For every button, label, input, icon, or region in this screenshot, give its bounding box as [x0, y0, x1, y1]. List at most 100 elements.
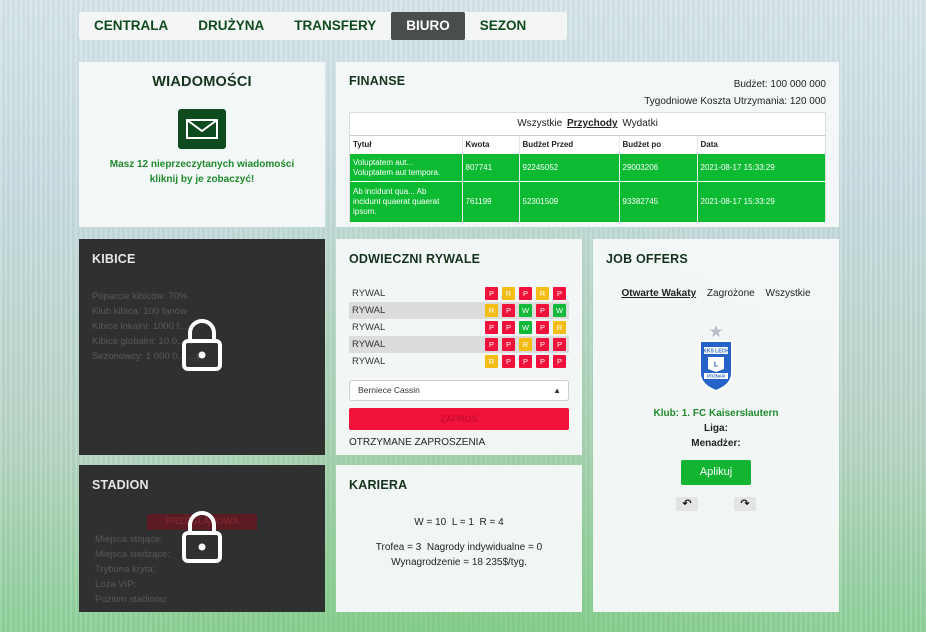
- filter-expenses[interactable]: Wydatki: [622, 118, 657, 129]
- form-badge: W: [519, 321, 532, 334]
- rival-select[interactable]: Berniece Cassin ▲: [349, 380, 569, 401]
- row-date: 2021-08-17 15:33:29: [696, 181, 825, 222]
- form-badge: P: [553, 287, 566, 300]
- col-title: Tytuł: [350, 135, 462, 154]
- undo-arrow-icon[interactable]: ↶: [676, 497, 698, 511]
- row-date: 2021-08-17 15:33:29: [696, 153, 825, 182]
- row-after: 29003206: [618, 153, 697, 182]
- lock-icon: [181, 319, 223, 376]
- tab-open-vacancies[interactable]: Otwarte Wakaty: [621, 288, 696, 299]
- table-row[interactable]: Voluptatem aut... Voluptatem aut tempora.…: [350, 153, 825, 182]
- received-invitations-label[interactable]: OTRZYMANE ZAPROSZENIA: [349, 437, 485, 448]
- messages-panel[interactable]: WIADOMOŚCI Masz 12 nieprzeczytanych wiad…: [79, 62, 325, 227]
- rival-form: P P W P R: [485, 321, 566, 334]
- club-value: 1. FC Kaiserslautern: [681, 408, 779, 419]
- nav-transfery[interactable]: TRANSFERY: [279, 12, 391, 40]
- form-badge: P: [485, 321, 498, 334]
- row-title: Ab incidunt qua... Ab incidunt quaerat qu…: [350, 181, 462, 222]
- list-item[interactable]: RYWAL R P W P W: [349, 302, 569, 319]
- list-item[interactable]: RYWAL P P R P P: [349, 336, 569, 353]
- form-badge: P: [502, 321, 515, 334]
- job-offer-info: Klub: 1. FC Kaiserslautern Liga: Menadże…: [593, 406, 839, 451]
- career-trophies: Trofea = 3: [375, 542, 422, 553]
- apply-button[interactable]: Aplikuj: [681, 460, 751, 485]
- tab-threatened[interactable]: Zagrożone: [707, 288, 755, 299]
- career-draws: R = 4: [479, 517, 504, 528]
- fans-panel: KIBICE Poparcie kibiców: 70% Klub kibica…: [79, 239, 325, 455]
- rival-form: P R P R P: [485, 287, 566, 300]
- row-before: 92245052: [518, 153, 619, 182]
- list-item[interactable]: RYWAL P P W P R: [349, 319, 569, 336]
- row-before: 52301509: [518, 181, 619, 222]
- form-badge: P: [485, 287, 498, 300]
- league-label: Liga:: [704, 423, 728, 434]
- career-salary: Wynagrodzenie = 18 235$/tyg.: [391, 557, 527, 568]
- nav-druzyna[interactable]: DRUŻYNA: [183, 12, 279, 40]
- form-badge: R: [519, 338, 532, 351]
- filter-all[interactable]: Wszystkie: [517, 118, 562, 129]
- finance-table-box: Wszystkie Przychody Wydatki Tytuł Kwota …: [349, 112, 826, 222]
- unread-messages-text[interactable]: Masz 12 nieprzeczytanych wiadomości klik…: [79, 157, 325, 187]
- job-tabs: Otwarte Wakaty Zagrożone Wszystkie: [593, 288, 839, 299]
- list-item[interactable]: RYWAL P R P R P: [349, 285, 569, 302]
- fans-support: Poparcie kibiców: 70%: [92, 291, 188, 302]
- form-badge: R: [485, 355, 498, 368]
- stadium-panel: STADION PRZEGLĄDOWA Miejsca stojące: Mie…: [79, 465, 325, 612]
- rival-form: R P P P P: [485, 355, 566, 368]
- form-badge: P: [485, 338, 498, 351]
- rivals-list: RYWAL P R P R P RYWAL R P W P W RYWAL P: [349, 285, 569, 370]
- row-after: 93382745: [618, 181, 697, 222]
- rivals-panel: ODWIECZNI RYWALE RYWAL P R P R P RYWAL R…: [336, 239, 582, 455]
- form-badge: P: [553, 355, 566, 368]
- finance-table: Tytuł Kwota Budżet Przed Budżet po Data …: [350, 135, 825, 222]
- svg-text:L: L: [714, 362, 719, 369]
- club-label: Klub:: [653, 408, 680, 419]
- stadium-title: STADION: [92, 478, 149, 492]
- form-badge: R: [502, 287, 515, 300]
- form-badge: R: [485, 304, 498, 317]
- stadium-stats: Miejsca stojące: Miejsca siedzące: Trybu…: [95, 532, 170, 607]
- form-badge: P: [536, 304, 549, 317]
- fans-title: KIBICE: [92, 252, 136, 266]
- form-badge: P: [536, 321, 549, 334]
- svg-text:POZNAŃ: POZNAŃ: [707, 374, 725, 379]
- tab-all[interactable]: Wszystkie: [766, 288, 811, 299]
- nav-biuro[interactable]: BIURO: [391, 12, 465, 40]
- rival-name: RYWAL: [352, 356, 386, 367]
- finance-panel: FINANSE Budżet: 100 000 000 Tygodniowe K…: [336, 62, 839, 227]
- form-badge: W: [553, 304, 566, 317]
- rival-select-value: Berniece Cassin: [358, 385, 420, 395]
- stadium-level: Poziom stadionu:: [95, 594, 168, 605]
- messages-title: WIADOMOŚCI: [152, 74, 252, 90]
- nav-sezon[interactable]: SEZON: [465, 12, 542, 40]
- job-offers-title: JOB OFFERS: [606, 252, 688, 266]
- form-badge: P: [553, 338, 566, 351]
- filter-income[interactable]: Przychody: [567, 118, 618, 129]
- nav-centrala[interactable]: CENTRALA: [79, 12, 183, 40]
- invite-button[interactable]: ZAPROŚ: [349, 408, 569, 430]
- form-badge: P: [519, 355, 532, 368]
- rival-name: RYWAL: [352, 288, 386, 299]
- col-before: Budżet Przed: [518, 135, 619, 154]
- msg-cta: kliknij by je zobaczyć!: [149, 174, 255, 185]
- table-header: Tytuł Kwota Budżet Przed Budżet po Data: [350, 135, 825, 154]
- col-date: Data: [696, 135, 825, 154]
- list-item[interactable]: RYWAL R P P P P: [349, 353, 569, 370]
- rival-form: R P W P W: [485, 304, 566, 317]
- table-row[interactable]: Ab incidunt qua... Ab incidunt quaerat qu…: [350, 181, 825, 222]
- form-badge: P: [536, 355, 549, 368]
- row-amount: 761199: [461, 181, 519, 222]
- stadium-seated: Miejsca siedzące:: [95, 549, 170, 560]
- stadium-covered: Trybuna kryta:: [95, 564, 156, 575]
- weekly-costs: Tygodniowe Koszta Utrzymania: 120 000: [644, 96, 826, 107]
- col-after: Budżet po: [618, 135, 697, 154]
- career-panel: KARIERA W = 10 L = 1 R = 4 Trofea = 3 Na…: [336, 465, 582, 612]
- finance-filter: Wszystkie Przychody Wydatki: [350, 118, 825, 129]
- career-wins: W = 10: [414, 517, 447, 528]
- stadium-standing: Miejsca stojące:: [95, 534, 163, 545]
- top-navigation: CENTRALA DRUŻYNA TRANSFERY BIURO SEZON: [79, 12, 567, 40]
- redo-arrow-icon[interactable]: ↷: [734, 497, 756, 511]
- form-badge: P: [536, 338, 549, 351]
- envelope-icon[interactable]: [178, 109, 226, 149]
- budget-summary: Budżet: 100 000 000 Tygodniowe Koszta Ut…: [644, 76, 826, 110]
